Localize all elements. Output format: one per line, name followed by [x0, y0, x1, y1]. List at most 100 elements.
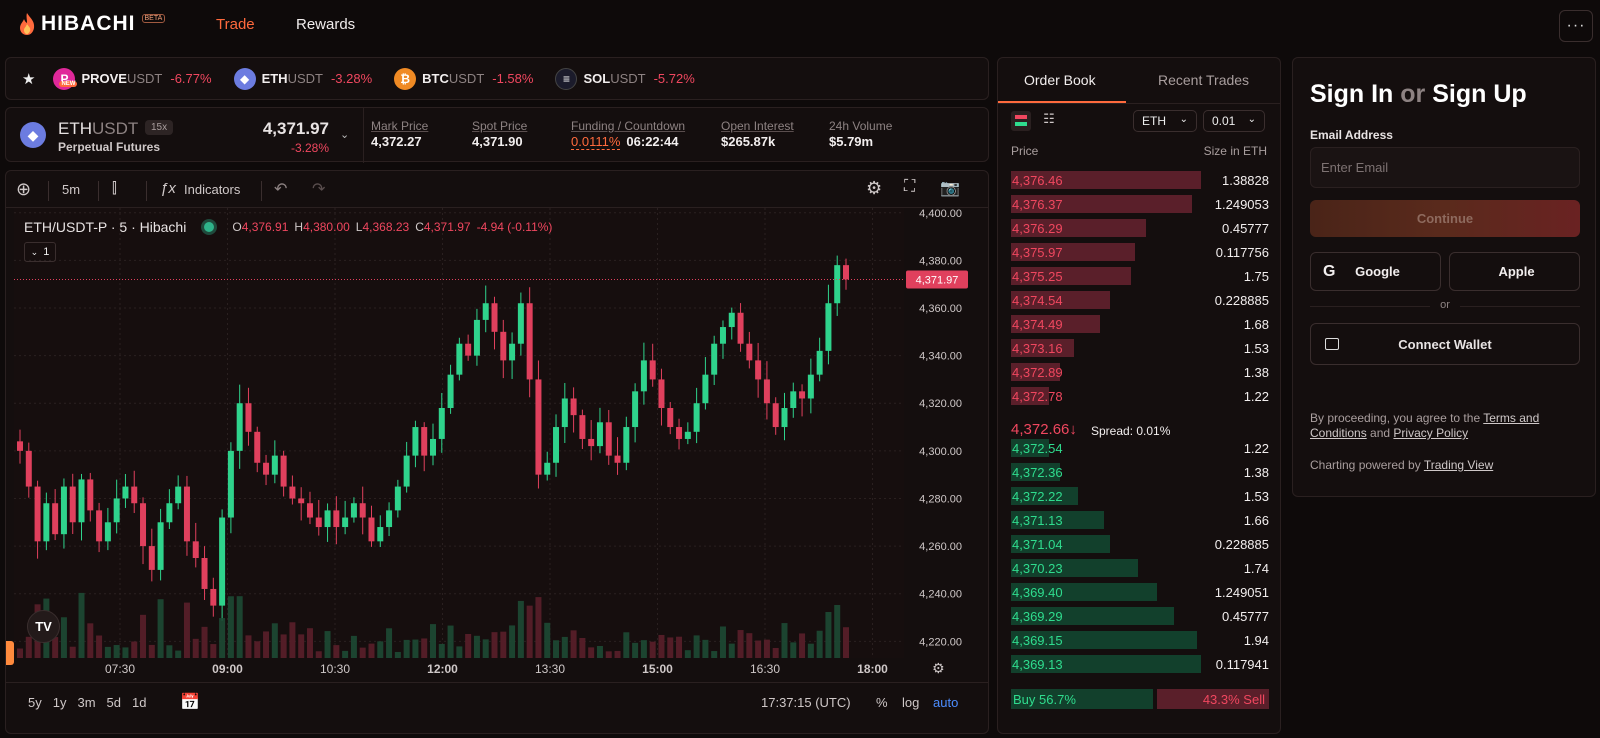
ticker-item-prove[interactable]: P NEW PROVE USDT -6.77% — [53, 67, 212, 90]
candle-body — [544, 462, 551, 475]
order-price: 4,372.78 — [1012, 389, 1063, 404]
candle-body — [333, 510, 340, 528]
drawer-handle[interactable] — [6, 641, 14, 665]
favorites-star-icon[interactable]: ★ — [22, 70, 35, 88]
ticker-item-eth[interactable]: ◆ ETH USDT -3.28% — [233, 67, 372, 90]
range-5d[interactable]: 5d — [107, 695, 121, 710]
ask-row[interactable]: 4,376.29 0.45777 — [1011, 218, 1269, 238]
continue-button[interactable]: Continue — [1310, 200, 1580, 237]
asset-unit-select[interactable]: ETH ⌄ — [1133, 110, 1197, 132]
ask-row[interactable]: 4,372.78 1.22 — [1011, 386, 1269, 406]
tick-size-select[interactable]: 0.01 ⌄ — [1203, 110, 1265, 132]
bid-row[interactable]: 4,372.22 1.53 — [1011, 486, 1269, 506]
tab-recent-trades[interactable]: Recent Trades — [1158, 72, 1249, 88]
order-price: 4,369.29 — [1012, 609, 1063, 624]
price-chart[interactable]: 4,220.00 4,240.00 4,260.00 4,280.00 4,300.00… — [6, 171, 989, 734]
calendar-icon[interactable]: 📅 — [180, 692, 200, 712]
book-list-icon[interactable]: ☷ — [1039, 111, 1059, 131]
bid-row[interactable]: 4,371.04 0.228885 — [1011, 534, 1269, 554]
volume-bar — [166, 645, 173, 658]
bid-row[interactable]: 4,371.13 1.66 — [1011, 510, 1269, 530]
order-size: 1.53 — [1243, 341, 1269, 356]
ask-row[interactable]: 4,374.49 1.68 — [1011, 314, 1269, 334]
range-5y[interactable]: 5y — [28, 695, 42, 710]
volume-bar — [596, 645, 603, 658]
tab-order-book[interactable]: Order Book — [1024, 72, 1096, 88]
book-both-sides-icon[interactable] — [1011, 111, 1031, 131]
order-price: 4,372.89 — [1012, 365, 1063, 380]
legend-collapse-button[interactable]: ⌄ 1 — [24, 242, 56, 262]
volume-bar — [834, 604, 841, 658]
candle-body — [746, 343, 753, 361]
volume-bar — [157, 599, 164, 658]
candle-body — [175, 486, 182, 504]
candle-body — [693, 403, 700, 432]
stat-label[interactable]: Funding / Countdown — [571, 119, 685, 133]
percent-scale-toggle[interactable]: % — [876, 695, 888, 710]
google-button[interactable]: G Google — [1310, 252, 1441, 291]
order-price: 4,369.15 — [1012, 633, 1063, 648]
header-price: Price — [1011, 144, 1039, 158]
candle-body — [649, 360, 656, 380]
connect-wallet-button[interactable]: Connect Wallet — [1310, 323, 1580, 365]
volume-bar — [526, 605, 533, 658]
divider — [1460, 306, 1580, 307]
volume-bar — [781, 623, 788, 658]
ask-row[interactable]: 4,375.25 1.75 — [1011, 266, 1269, 286]
hibachi-logo[interactable]: HIBACHI BETA — [17, 12, 166, 36]
stat-label[interactable]: Mark Price — [371, 119, 428, 133]
bid-row[interactable]: 4,369.29 0.45777 — [1011, 606, 1269, 626]
ask-row[interactable]: 4,376.37 1.249053 — [1011, 194, 1269, 214]
ticker-item-sol[interactable]: ≡ SOL USDT -5.72% — [555, 67, 695, 90]
volume-bar — [140, 614, 147, 658]
chevron-down-icon[interactable]: ⌄ — [340, 128, 349, 141]
stat-label[interactable]: Spot Price — [472, 119, 527, 133]
ask-row[interactable]: 4,374.54 0.228885 — [1011, 290, 1269, 310]
chart-clock[interactable]: 17:37:15 (UTC) — [761, 695, 851, 710]
tradingview-link[interactable]: Trading View — [1424, 458, 1493, 472]
volume-bar — [482, 639, 489, 658]
tradingview-logo-icon[interactable]: TV — [27, 610, 60, 643]
volume-bar — [746, 633, 753, 658]
volume-bar — [667, 637, 674, 658]
more-menu-button[interactable]: ··· — [1559, 10, 1593, 42]
range-1d[interactable]: 1d — [132, 695, 146, 710]
ask-row[interactable]: 4,375.97 0.117756 — [1011, 242, 1269, 262]
log-scale-toggle[interactable]: log — [902, 695, 919, 710]
auto-scale-toggle[interactable]: auto — [933, 695, 958, 710]
volume-bar — [825, 611, 832, 658]
candle-body — [447, 374, 454, 408]
charting-prefix: Charting powered by — [1310, 458, 1421, 472]
email-label: Email Address — [1310, 128, 1393, 142]
ask-row[interactable]: 4,376.46 1.38828 — [1011, 170, 1269, 190]
volume-bar — [192, 638, 199, 658]
bid-row[interactable]: 4,369.40 1.249051 — [1011, 582, 1269, 602]
candle-body — [245, 403, 252, 432]
axis-settings-icon[interactable]: ⚙ — [932, 660, 945, 677]
range-3m[interactable]: 3m — [77, 695, 95, 710]
stat-label[interactable]: Open Interest — [721, 119, 794, 133]
bid-row[interactable]: 4,369.13 0.117941 — [1011, 654, 1269, 674]
stat-value: $265.87k — [721, 134, 776, 149]
market-pair[interactable]: ETHUSDT — [58, 119, 138, 139]
candle-body — [719, 327, 726, 344]
candle-body — [96, 510, 103, 542]
apple-button[interactable]: Apple — [1449, 252, 1580, 291]
privacy-link[interactable]: Privacy Policy — [1393, 426, 1468, 440]
nav-rewards[interactable]: Rewards — [296, 16, 355, 33]
nav-trade[interactable]: Trade — [216, 16, 255, 33]
range-1y[interactable]: 1y — [53, 695, 67, 710]
candle-body — [772, 403, 779, 428]
candle-body — [491, 303, 498, 332]
ticker-item-btc[interactable]: ₿ BTC USDT -1.58% — [394, 67, 533, 90]
bid-row[interactable]: 4,372.36 1.38 — [1011, 462, 1269, 482]
bid-row[interactable]: 4,372.54 1.22 — [1011, 438, 1269, 458]
email-input[interactable] — [1310, 147, 1580, 188]
ask-row[interactable]: 4,373.16 1.53 — [1011, 338, 1269, 358]
candle-body — [403, 455, 410, 487]
pair-quote: USDT — [92, 119, 139, 138]
bid-row[interactable]: 4,369.15 1.94 — [1011, 630, 1269, 650]
bid-row[interactable]: 4,370.23 1.74 — [1011, 558, 1269, 578]
volume-bar — [131, 641, 138, 658]
ask-row[interactable]: 4,372.89 1.38 — [1011, 362, 1269, 382]
